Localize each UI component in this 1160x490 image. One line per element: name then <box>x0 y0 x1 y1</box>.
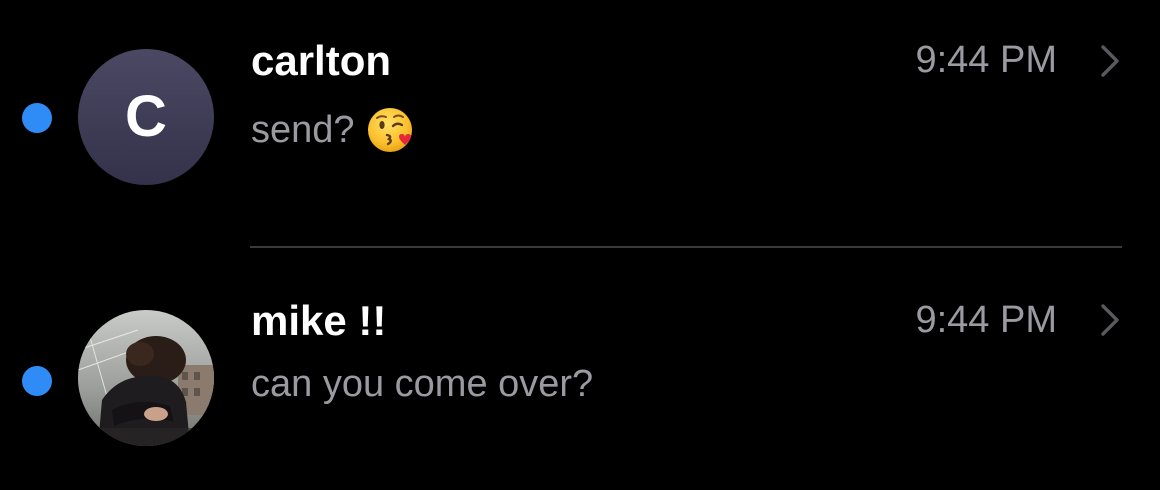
message-time: 9:44 PM <box>915 299 1057 341</box>
conversation-list: C carlton send? 9:44 PM mike !! can you … <box>0 0 1160 490</box>
avatar-photo[interactable] <box>78 310 214 446</box>
row-divider <box>250 246 1122 248</box>
avatar[interactable]: C <box>78 49 214 185</box>
contact-name: carlton <box>251 37 392 84</box>
conversation-row-carlton[interactable]: C carlton send? 9:44 PM <box>0 0 1160 200</box>
contact-name: mike !! <box>251 297 387 344</box>
message-preview: send? <box>251 104 417 156</box>
message-preview: can you come over? <box>251 365 593 403</box>
message-preview-text: send? <box>251 109 355 151</box>
conversation-row-mike[interactable]: mike !! can you come over? 9:44 PM <box>0 262 1160 462</box>
unread-indicator <box>22 366 52 396</box>
face-blowing-a-kiss-icon <box>365 104 417 156</box>
unread-indicator <box>22 103 52 133</box>
chevron-right-icon <box>1097 301 1123 339</box>
chevron-right-icon <box>1097 42 1123 80</box>
message-time: 9:44 PM <box>915 39 1057 81</box>
message-preview-text: can you come over? <box>251 363 594 405</box>
avatar-initial: C <box>125 84 167 149</box>
